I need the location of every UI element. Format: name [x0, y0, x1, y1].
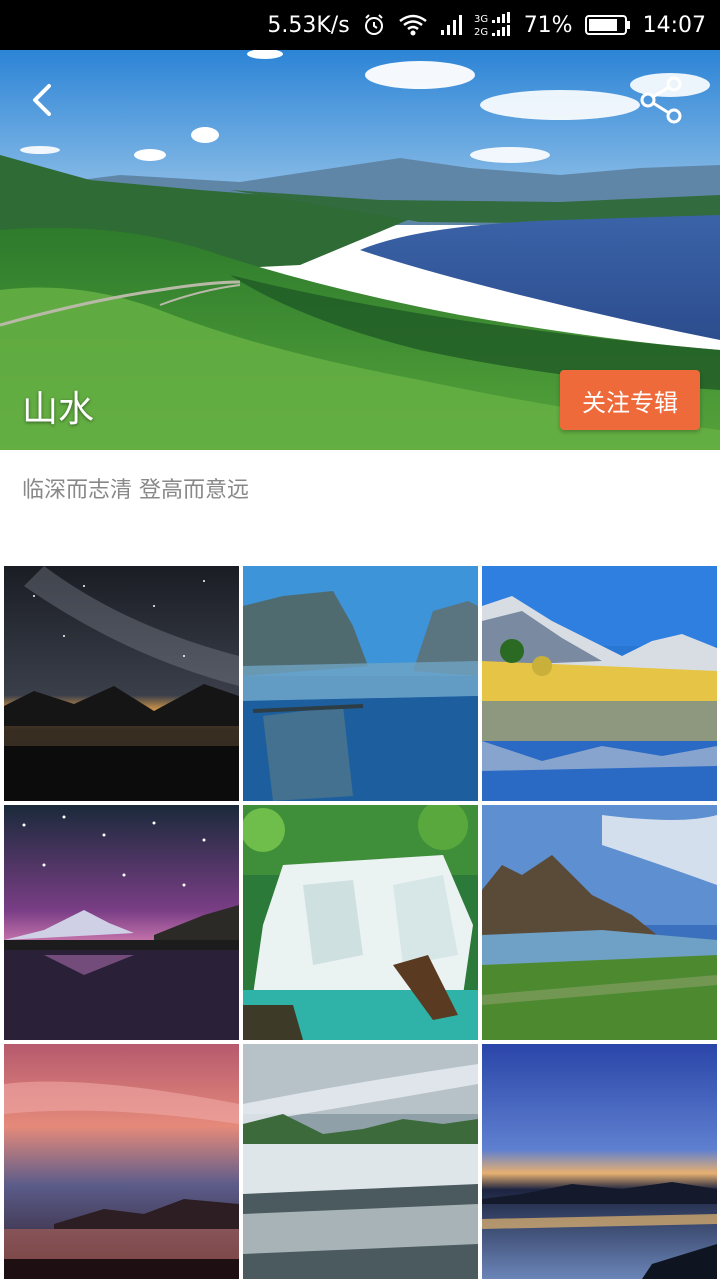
- battery-icon: [584, 13, 631, 37]
- signal-icon: [440, 13, 462, 37]
- gallery-item-blue-cliff-river[interactable]: [243, 566, 478, 801]
- thumbnail-image: [243, 805, 478, 1040]
- album-description: 临深而志清 登高而意远: [22, 478, 249, 503]
- share-button[interactable]: [640, 76, 684, 124]
- back-button[interactable]: [22, 80, 62, 120]
- thumbnail-image: [482, 566, 717, 801]
- gallery-item-rocky-peaks-coast[interactable]: [482, 805, 717, 1040]
- svg-text:3G: 3G: [474, 14, 488, 25]
- wallpaper-grid: [4, 566, 717, 1279]
- svg-text:2G: 2G: [474, 27, 488, 38]
- gallery-item-starry-sky-mountain[interactable]: [4, 805, 239, 1040]
- album-title: 山水: [22, 389, 95, 430]
- network-speed: 5.53K/s: [267, 12, 350, 38]
- gallery-item-milky-way-night-lake[interactable]: [4, 566, 239, 801]
- clock: 14:07: [642, 12, 706, 38]
- dual-sim-signal-icon: 3G 2G: [474, 12, 512, 38]
- gallery-item-blue-dusk-lake[interactable]: [482, 1044, 717, 1279]
- thumbnail-image: [243, 566, 478, 801]
- share-icon: [640, 76, 682, 124]
- thumbnail-image: [4, 1044, 239, 1279]
- gallery-item-pink-sunset-sky[interactable]: [4, 1044, 239, 1279]
- gallery-item-mountain-lake-reflection[interactable]: [482, 566, 717, 801]
- gallery-item-forest-waterfall[interactable]: [243, 805, 478, 1040]
- battery-percent: 71%: [523, 12, 573, 38]
- status-bar: 5.53K/s 3G 2G 71% 14:07: [0, 0, 720, 50]
- wifi-icon: [398, 13, 428, 37]
- gallery-item-misty-lake-cascade[interactable]: [243, 1044, 478, 1279]
- follow-album-button[interactable]: 关注专辑: [560, 370, 700, 430]
- thumbnail-image: [4, 566, 239, 801]
- thumbnail-image: [243, 1044, 478, 1279]
- alarm-icon: [362, 13, 386, 37]
- chevron-left-icon: [33, 84, 51, 116]
- thumbnail-image: [482, 805, 717, 1040]
- album-header-banner: 山水 关注专辑: [0, 50, 720, 450]
- thumbnail-image: [482, 1044, 717, 1279]
- thumbnail-image: [4, 805, 239, 1040]
